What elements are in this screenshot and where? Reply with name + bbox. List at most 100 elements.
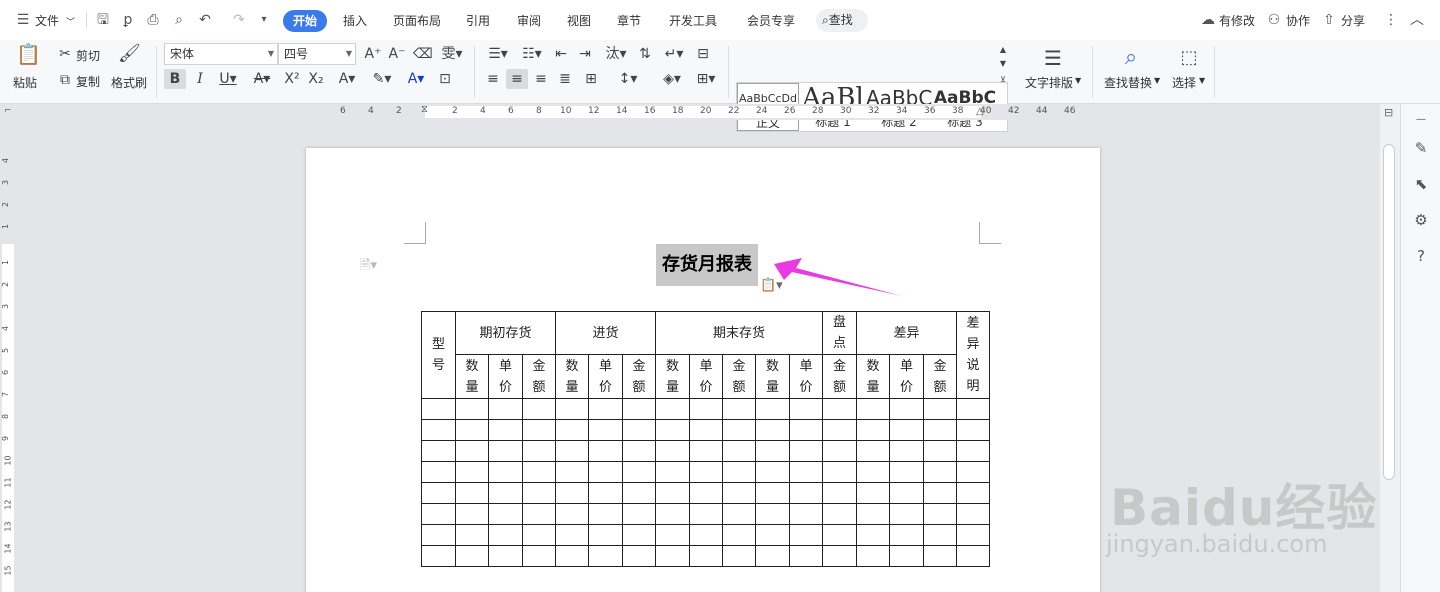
table-cell[interactable] <box>588 419 623 441</box>
print-preview-icon[interactable]: ⌕ <box>170 11 188 29</box>
table-cell[interactable] <box>956 482 990 504</box>
line-spacing-icon[interactable]: ↕▾ <box>614 69 642 89</box>
scrollbar-thumb[interactable] <box>1383 144 1395 480</box>
table-cell[interactable] <box>889 524 924 546</box>
header-cell-purchase[interactable]: 进货 <box>555 311 656 355</box>
table-cell[interactable] <box>421 503 456 525</box>
print-icon[interactable]: ⎙ <box>144 11 162 29</box>
subheader-cell[interactable]: 金额 <box>923 354 957 399</box>
subheader-cell[interactable]: 单价 <box>789 354 823 399</box>
table-cell[interactable] <box>488 524 523 546</box>
table-cell[interactable] <box>923 398 957 420</box>
table-cell[interactable] <box>789 398 823 420</box>
format-painter-icon[interactable]: 🖌 <box>118 44 141 64</box>
tab-stops-icon[interactable]: ⊟ <box>694 44 712 64</box>
table-cell[interactable] <box>822 440 857 462</box>
table-cell[interactable] <box>956 419 990 441</box>
table-cell[interactable] <box>956 524 990 546</box>
table-cell[interactable] <box>789 524 823 546</box>
table-cell[interactable] <box>455 461 489 483</box>
table-cell[interactable] <box>722 545 756 567</box>
table-cell[interactable] <box>421 524 456 546</box>
header-cell-closing[interactable]: 期末存货 <box>655 311 823 355</box>
share-icon[interactable]: ⇧ <box>1320 11 1338 29</box>
subheader-cell[interactable]: 单价 <box>488 354 523 399</box>
table-cell[interactable] <box>455 545 489 567</box>
table-cell[interactable] <box>455 503 489 525</box>
highlight-icon[interactable]: ✎▾ <box>368 69 396 89</box>
table-cell[interactable] <box>856 398 890 420</box>
table-cell[interactable] <box>655 419 690 441</box>
table-cell[interactable] <box>722 419 756 441</box>
search-tab[interactable]: ⌕查找 <box>816 9 868 32</box>
share-button[interactable]: 分享 <box>1341 12 1365 29</box>
increase-indent-icon[interactable]: ⇥ <box>576 44 594 64</box>
collaborate-button[interactable]: 协作 <box>1286 12 1310 29</box>
table-cell[interactable] <box>755 524 790 546</box>
table-cell[interactable] <box>956 461 990 483</box>
tab-view[interactable]: 视图 <box>567 12 591 29</box>
save-icon[interactable]: 🖫 <box>94 11 112 29</box>
table-cell[interactable] <box>856 461 890 483</box>
table-cell[interactable] <box>856 503 890 525</box>
phonetic-guide-icon[interactable]: 雯▾ <box>438 44 466 64</box>
table-cell[interactable] <box>789 503 823 525</box>
table-cell[interactable] <box>421 419 456 441</box>
table-cell[interactable] <box>923 524 957 546</box>
indent-marker-icon[interactable]: ⧖ <box>421 104 428 115</box>
shading-icon[interactable]: ◈▾ <box>658 69 686 89</box>
table-cell[interactable] <box>722 503 756 525</box>
distribute-icon[interactable]: ⊞ <box>580 69 602 89</box>
table-cell[interactable] <box>689 524 723 546</box>
table-cell[interactable] <box>789 482 823 504</box>
subheader-cell[interactable]: 单价 <box>588 354 623 399</box>
subheader-cell[interactable]: 数量 <box>555 354 589 399</box>
tab-references[interactable]: 引用 <box>466 12 490 29</box>
table-cell[interactable] <box>822 419 857 441</box>
table-cell[interactable] <box>488 461 523 483</box>
find-replace-icon[interactable]: ⌕ <box>1118 44 1144 72</box>
table-cell[interactable] <box>822 503 857 525</box>
table-cell[interactable] <box>956 440 990 462</box>
table-cell[interactable] <box>421 398 456 420</box>
table-cell[interactable] <box>722 461 756 483</box>
header-cell-count[interactable]: 盘点 <box>822 311 857 355</box>
table-cell[interactable] <box>455 398 489 420</box>
collapse-panel-icon[interactable]: — <box>1411 110 1431 130</box>
redo-icon[interactable]: ↷ <box>230 11 248 29</box>
decrease-indent-icon[interactable]: ⇤ <box>552 44 570 64</box>
file-menu[interactable]: 文件 <box>35 12 59 29</box>
table-cell[interactable] <box>588 461 623 483</box>
font-name-select[interactable]: 宋体 ▼ <box>164 43 278 65</box>
settings-sliders-icon[interactable]: ⚙ <box>1411 210 1431 230</box>
split-view-icon[interactable]: ⊟ <box>1384 106 1393 119</box>
table-cell[interactable] <box>522 545 556 567</box>
find-replace-button[interactable]: 查找替换 <box>1104 74 1152 91</box>
table-cell[interactable] <box>555 482 589 504</box>
table-cell[interactable] <box>923 419 957 441</box>
tab-home[interactable]: 开始 <box>283 10 327 32</box>
table-cell[interactable] <box>689 545 723 567</box>
table-cell[interactable] <box>689 419 723 441</box>
table-cell[interactable] <box>956 398 990 420</box>
document-page[interactable]: 🗎▾ 存货月报表 📋▾ 型号 期初存货 进货 期末存货 盘点 差异 差异说明 数… <box>306 148 1100 592</box>
subheader-cell[interactable]: 金额 <box>522 354 556 399</box>
table-cell[interactable] <box>923 482 957 504</box>
table-cell[interactable] <box>856 440 890 462</box>
table-cell[interactable] <box>555 461 589 483</box>
document-title[interactable]: 存货月报表 <box>656 244 758 286</box>
more-options-icon[interactable]: ⋮ <box>1382 11 1400 29</box>
collapse-ribbon-icon[interactable]: ︿ <box>1408 11 1426 29</box>
subheader-cell[interactable]: 金额 <box>622 354 656 399</box>
table-cell[interactable] <box>655 461 690 483</box>
header-cell-diff-note[interactable]: 差异说明 <box>956 311 990 399</box>
sort-icon[interactable]: ⇅ <box>636 44 654 64</box>
table-cell[interactable] <box>655 440 690 462</box>
export-pdf-icon[interactable]: ꝑ <box>119 11 137 29</box>
clear-format-icon[interactable]: ⌫ <box>413 44 433 64</box>
table-cell[interactable] <box>856 524 890 546</box>
table-cell[interactable] <box>622 398 656 420</box>
subheader-cell[interactable]: 数量 <box>655 354 690 399</box>
gallery-expand-icon[interactable]: ⊻ <box>998 72 1008 92</box>
subheader-cell[interactable]: 金额 <box>722 354 756 399</box>
